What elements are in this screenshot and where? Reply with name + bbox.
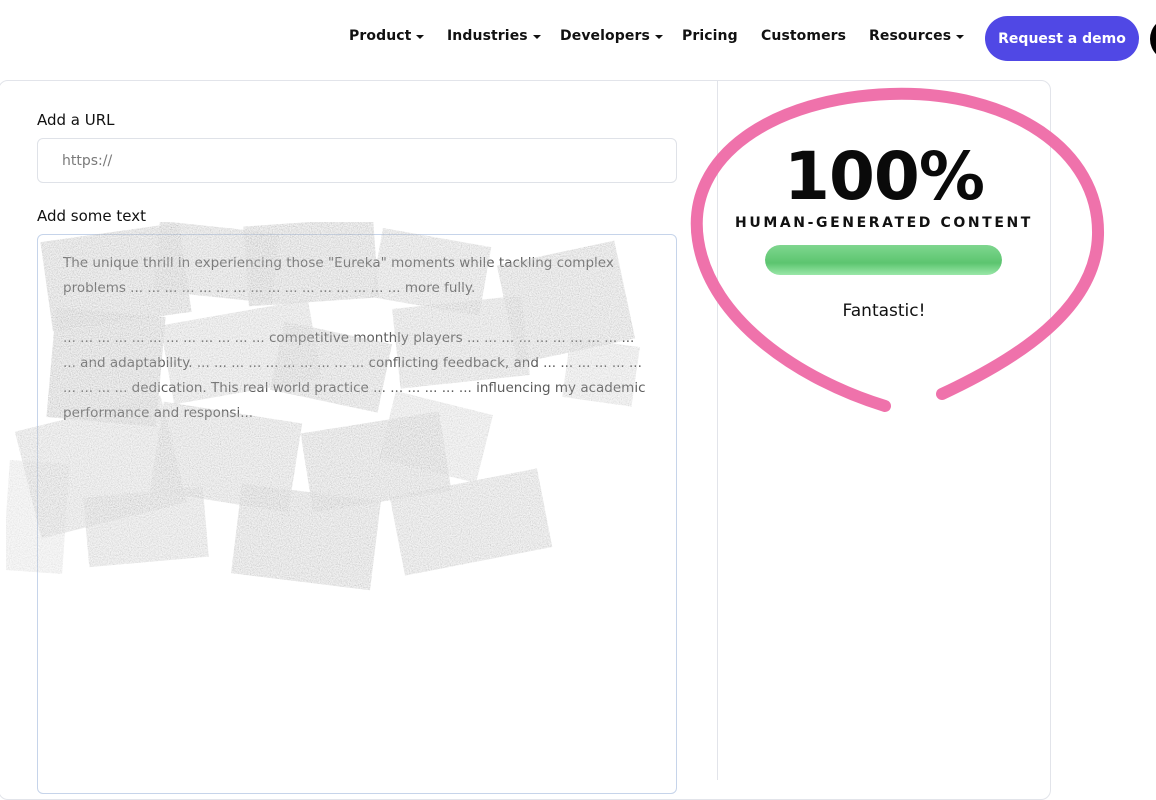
caret-down-icon — [956, 34, 965, 39]
score-progress-fill — [765, 245, 1002, 275]
score-label: HUMAN-GENERATED CONTENT — [735, 215, 1033, 231]
nav-item-label: Product — [349, 28, 412, 44]
nav-item-developers[interactable]: Developers — [560, 28, 663, 44]
caret-down-icon — [416, 34, 425, 39]
nav-item-industries[interactable]: Industries — [447, 28, 541, 44]
nav-item-label: Industries — [447, 28, 528, 44]
text-input-area[interactable]: The unique thrill in experiencing those … — [37, 234, 677, 794]
nav-item-label: Customers — [761, 28, 847, 44]
user-avatar[interactable] — [1150, 17, 1156, 61]
nav-item-product[interactable]: Product — [349, 28, 425, 44]
caret-down-icon — [532, 34, 541, 39]
nav-item-customers[interactable]: Customers — [761, 28, 846, 44]
text-label: Add some text — [37, 207, 147, 225]
verdict-text: Fantastic! — [842, 301, 926, 321]
nav-item-label: Pricing — [682, 28, 738, 44]
request-demo-button[interactable]: Request a demo — [985, 16, 1139, 61]
text-paragraph: ... ... ... ... ... ... ... ... ... ... … — [63, 330, 646, 421]
text-paragraph: The unique thrill in experiencing those … — [63, 255, 614, 296]
nav-item-label: Developers — [560, 28, 650, 44]
top-nav: Product Industries Developers Pricing Cu… — [0, 0, 1156, 78]
nav-item-label: Resources — [869, 28, 952, 44]
score-progress-bar — [765, 245, 1002, 275]
nav-item-resources[interactable]: Resources — [869, 28, 965, 44]
score-value: 100% — [784, 138, 985, 215]
nav-item-pricing[interactable]: Pricing — [682, 28, 738, 44]
url-input[interactable] — [37, 138, 677, 183]
url-label: Add a URL — [37, 111, 115, 129]
caret-down-icon — [654, 34, 663, 39]
